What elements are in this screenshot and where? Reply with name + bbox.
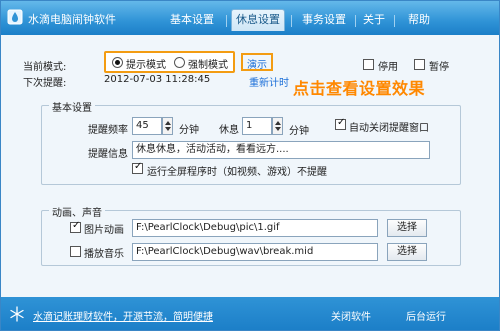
rest-label: 休息 [219, 125, 239, 136]
app-title: 水滴电脑闹钟软件 [28, 13, 116, 26]
next-reminder-time: 2012-07-03 11:28:45 [104, 74, 211, 85]
message-input[interactable]: 休息休息，活动活动，看看远方.... [132, 141, 430, 159]
radio-force-mode-label[interactable]: 强制模式 [188, 56, 228, 71]
fullscreen-checkbox[interactable] [132, 161, 143, 174]
stepper-up-icon[interactable] [165, 121, 171, 125]
disable-label[interactable]: 停用 [378, 58, 398, 73]
frequency-unit: 分钟 [179, 125, 199, 136]
disable-checkbox[interactable] [363, 59, 374, 70]
demo-link[interactable]: 演示 [247, 56, 267, 71]
tab-basic-settings[interactable]: 基本设置 [163, 10, 221, 30]
radio-prompt-mode-label[interactable]: 提示模式 [126, 56, 166, 71]
tab-separator [355, 15, 356, 27]
tab-rest-settings[interactable]: 休息设置 [231, 9, 285, 31]
pause-label[interactable]: 暂停 [429, 58, 449, 73]
message-label: 提醒信息 [88, 149, 128, 160]
animation-path-input[interactable]: F:\PearlClock\Debug\pic\1.gif [132, 219, 378, 237]
snowflake-icon [10, 306, 24, 322]
stepper-down-icon[interactable] [165, 127, 171, 131]
pause-checkbox[interactable] [414, 59, 425, 70]
next-reminder-label: 下次提醒: [23, 78, 67, 89]
autoclose-label[interactable]: 自动关闭提醒窗口 [349, 119, 429, 134]
annotation-callout: 点击查看设置效果 [293, 79, 426, 98]
tab-help[interactable]: 帮助 [399, 10, 439, 30]
autoclose-checkbox[interactable] [335, 117, 346, 130]
music-select-button[interactable]: 选择 [387, 243, 427, 261]
tab-separator [394, 15, 395, 27]
animation-select-button[interactable]: 选择 [387, 219, 427, 237]
app-window: 水滴电脑闹钟软件 基本设置 休息设置 事务设置 关于 帮助 当前模式: 提示模式… [0, 0, 500, 331]
frequency-label: 提醒频率 [88, 125, 128, 136]
footer-bar: 水滴记账理财软件，开源节流，简明便捷 关闭软件 后台运行 [1, 297, 499, 330]
rest-unit: 分钟 [289, 126, 309, 137]
radio-force-mode[interactable] [174, 57, 185, 68]
water-drop-icon [7, 9, 23, 25]
tab-task-settings[interactable]: 事务设置 [297, 10, 351, 30]
rest-input[interactable]: 1 [242, 117, 272, 135]
radio-prompt-mode[interactable] [112, 57, 123, 68]
mode-selector: 提示模式 强制模式 [104, 51, 235, 73]
stepper-down-icon[interactable] [275, 127, 281, 131]
stepper-up-icon[interactable] [275, 121, 281, 125]
tab-separator [226, 15, 227, 27]
fullscreen-label[interactable]: 运行全屏程序时（如视频、游戏）不提醒 [147, 163, 327, 178]
mode-label: 当前模式: [23, 62, 67, 73]
frequency-input[interactable]: 45 [132, 117, 162, 135]
rest-stepper[interactable] [272, 117, 283, 135]
demo-highlight: 演示 [241, 53, 273, 71]
animation-label[interactable]: 图片动画 [84, 221, 124, 236]
recount-link[interactable]: 重新计时 [249, 74, 289, 89]
close-app-button[interactable]: 关闭软件 [331, 308, 371, 323]
music-checkbox[interactable] [70, 246, 81, 257]
music-path-input[interactable]: F:\PearlClock\Debug\wav\break.mid [132, 243, 378, 261]
media-legend: 动画、声音 [49, 204, 105, 219]
tab-about[interactable]: 关于 [359, 10, 389, 30]
music-label[interactable]: 播放音乐 [84, 245, 124, 260]
background-run-button[interactable]: 后台运行 [406, 308, 446, 323]
animation-checkbox[interactable] [70, 220, 81, 233]
title-bar: 水滴电脑闹钟软件 基本设置 休息设置 事务设置 关于 帮助 [1, 1, 499, 35]
tab-separator [291, 15, 292, 27]
promo-link[interactable]: 水滴记账理财软件，开源节流，简明便捷 [33, 308, 213, 323]
frequency-stepper[interactable] [162, 117, 173, 135]
basic-settings-legend: 基本设置 [49, 99, 95, 114]
